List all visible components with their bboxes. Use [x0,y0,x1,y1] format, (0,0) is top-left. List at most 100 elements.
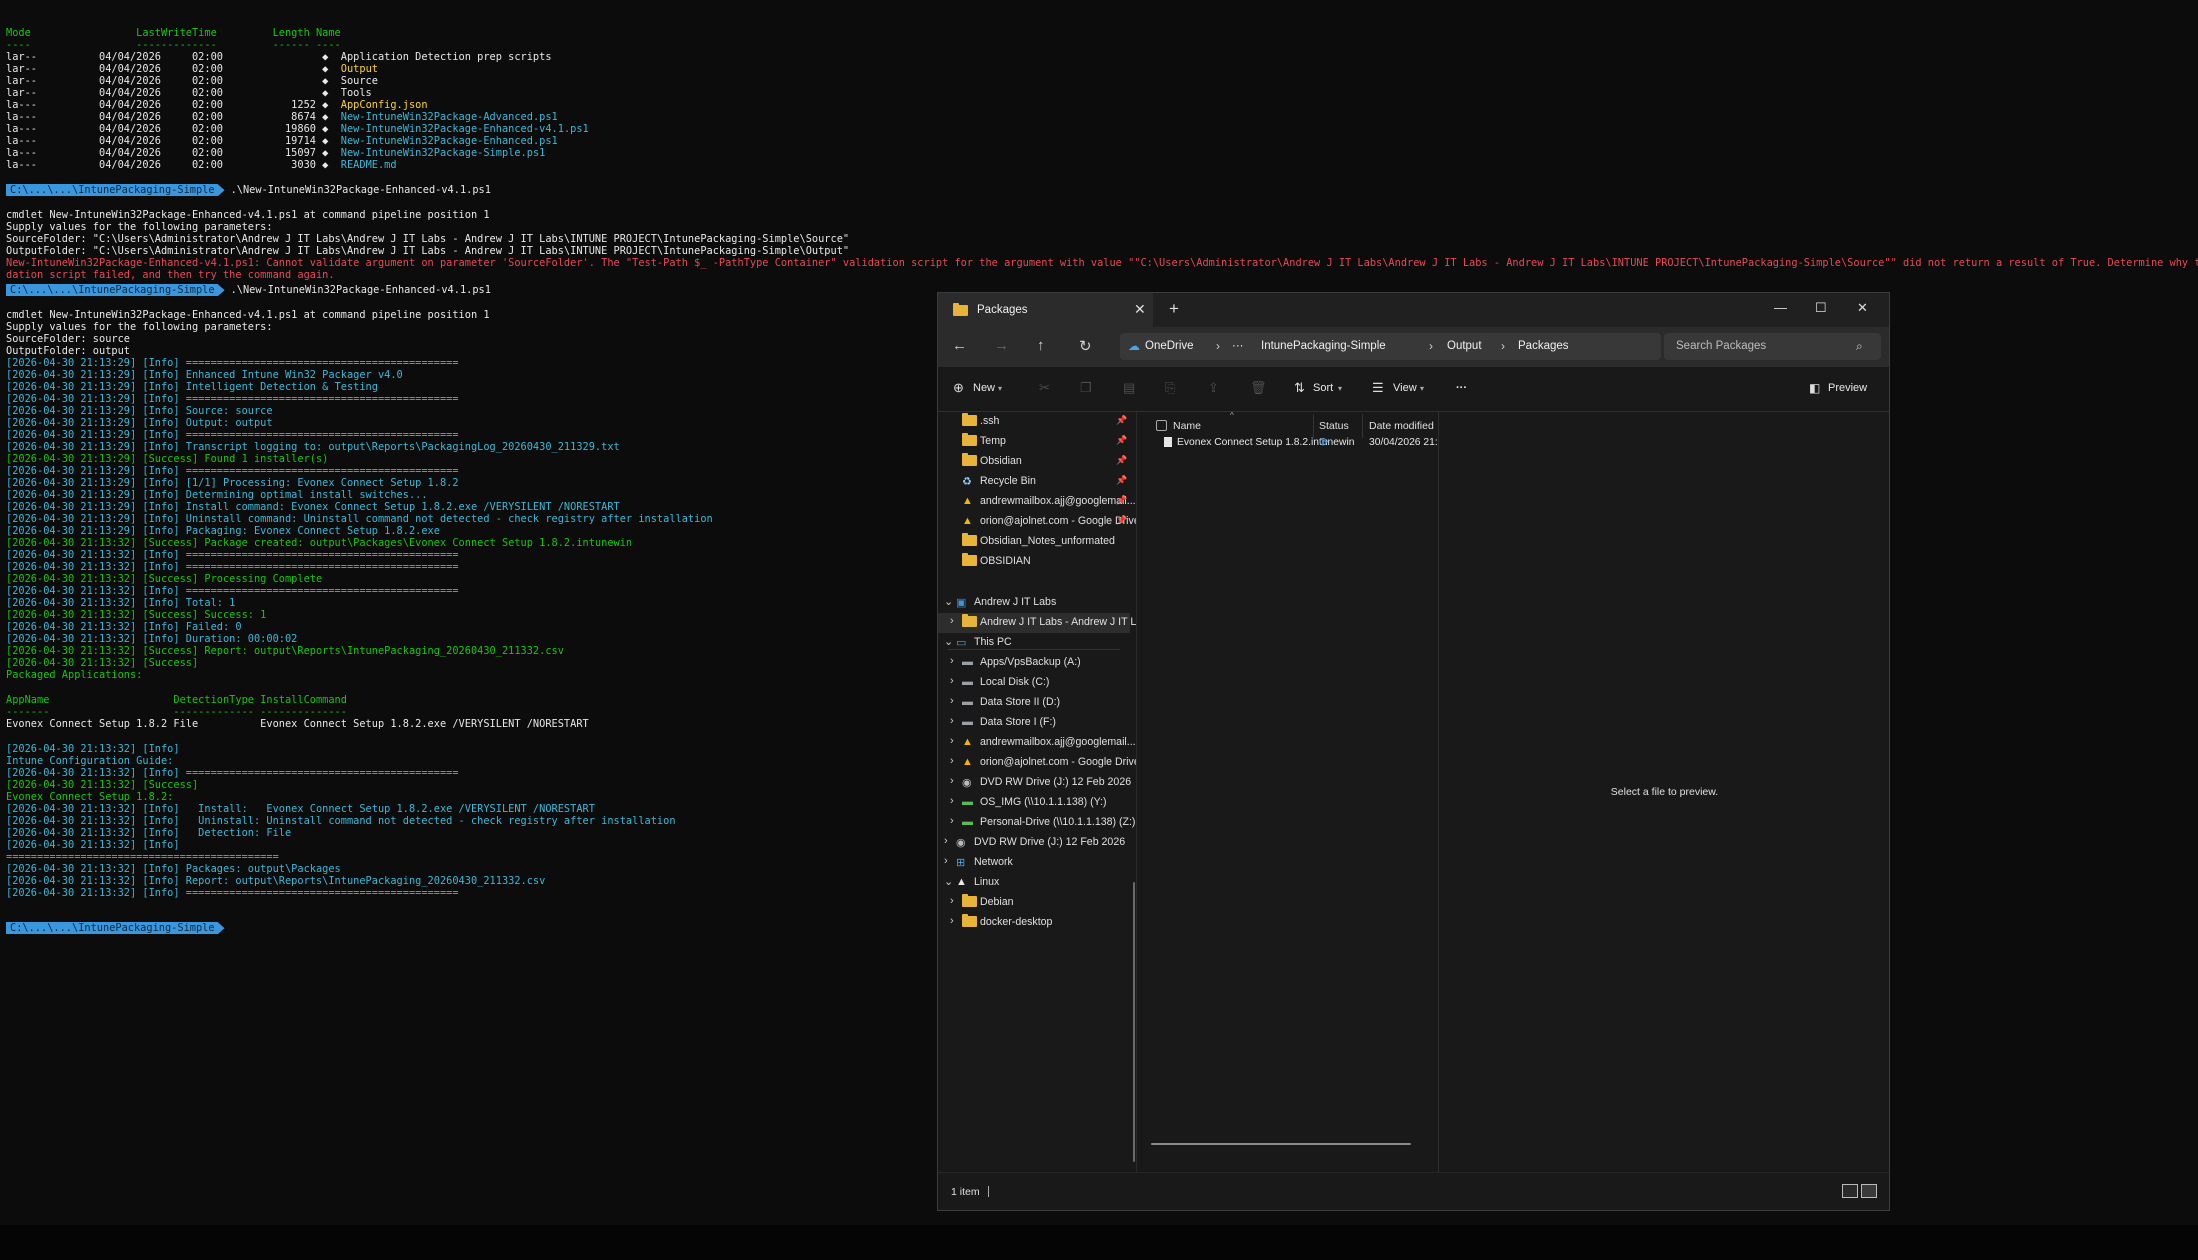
nav-item[interactable]: ♻ Recycle Bin 📌 [938,472,1130,492]
view-button[interactable]: View [1393,382,1417,394]
nav-item[interactable]: ▲ andrewmailbox.ajj@googlemail.... (G:) 📌 [938,492,1160,512]
drive-icon: ▬ [962,716,973,728]
nav-item[interactable]: ⌄ ▭ This PC [938,633,1130,653]
status-divider [988,1186,989,1197]
chevron-right-icon[interactable]: › [944,855,948,867]
rename-icon[interactable]: ⎘ [1165,380,1175,396]
details-view-icon[interactable] [1842,1184,1858,1198]
terminal-line: [2026-04-30 21:13:32] [Success] Report: … [6,645,564,657]
horizontal-scrollbar[interactable] [1151,1143,1411,1145]
chevron-down-icon[interactable]: ⌄ [944,595,953,608]
computer-icon: ▭ [956,637,967,649]
nav-item[interactable]: Obsidian 📌 [938,452,1130,472]
delete-icon[interactable]: 🗑 [1250,380,1267,396]
nav-item[interactable]: › Debian [938,893,1130,913]
chevron-down-icon[interactable]: ⌄ [944,635,953,648]
refresh-icon[interactable]: ↻ [1079,337,1092,355]
paste-icon[interactable]: ▤ [1123,380,1135,396]
terminal-text: OutputFolder: output [6,345,130,357]
chevron-right-icon[interactable]: › [950,815,954,827]
pin-icon: 📌 [1116,515,1128,525]
breadcrumb-intunepackaging-simple[interactable]: IntunePackaging-Simple [1261,340,1386,352]
nav-item[interactable]: › ▬ Data Store II (D:) [938,693,1130,713]
forward-arrow-icon[interactable]: → [994,337,1009,354]
sort-button[interactable]: Sort [1313,382,1333,394]
nav-scrollbar[interactable] [1133,882,1135,1162]
nav-item[interactable]: › docker-desktop [938,913,1130,933]
nav-item[interactable]: ⌄ ▣ Andrew J IT Labs [938,593,1130,613]
nav-item[interactable]: › ◉ DVD RW Drive (J:) 12 Feb 2026 [938,833,1130,853]
nav-item[interactable]: › ◉ DVD RW Drive (J:) 12 Feb 2026 [938,773,1131,793]
copy-icon[interactable]: ❐ [1080,380,1092,396]
nav-item[interactable]: › ▲ andrewmailbox.ajj@googlemail.... (G:) [938,733,1160,753]
new-button[interactable]: New [973,382,995,394]
terminal-text: [2026-04-30 21:13:29] [Success] Found 1 … [6,453,329,465]
back-arrow-icon[interactable]: ← [952,337,967,354]
new-tab-button[interactable]: + [1169,299,1179,319]
terminal-line: Mode LastWriteTime Length Name [6,27,341,39]
table-row[interactable]: Evonex Connect Setup 1.8.2.intunewin ⟳ 3… [1137,431,1449,451]
terminal-text: New-IntuneWin32Package-Simple.ps1 [340,147,546,159]
terminal-text: [2026-04-30 21:13:32] [Success] Processi… [6,573,323,585]
nav-item[interactable]: › ▬ Data Store I (F:) [938,713,1130,733]
large-icons-view-icon[interactable] [1861,1184,1877,1198]
chevron-right-icon[interactable]: › [950,655,954,667]
nav-item[interactable]: › ▬ Personal-Drive (\\10.1.1.138) (Z:) [938,813,1135,833]
nav-item[interactable]: › Andrew J IT Labs - Andrew J IT Labs [938,613,1153,633]
nav-item-label: OBSIDIAN [980,555,1031,567]
nav-item[interactable]: Obsidian_Notes_unformated [938,532,1130,552]
chevron-right-icon[interactable]: › [950,615,954,627]
nav-item[interactable]: › ▬ Local Disk (C:) [938,673,1130,693]
terminal-line: Evonex Connect Setup 1.8.2 File Evonex C… [6,718,589,730]
search-input[interactable]: Search Packages ⌕ [1664,333,1881,360]
nav-item[interactable]: ▲ orion@ajolnet.com - Google Drive (H:) 📌 [938,512,1160,532]
chevron-right-icon[interactable]: › [950,715,954,727]
maximize-button[interactable]: ☐ [1815,300,1827,316]
more-options-button[interactable]: ··· [1456,382,1467,394]
network-drive-icon: ▬ [962,796,973,808]
tab-packages[interactable]: Packages ✕ [938,293,1153,327]
chevron-right-icon[interactable]: › [950,915,954,927]
breadcrumb-onedrive[interactable]: OneDrive [1145,340,1194,352]
chevron-right-icon[interactable]: › [944,835,948,847]
navigation-pane[interactable]: .ssh 📌 Temp 📌 Obsidian 📌 ♻ Recycle Bin 📌 ▲ andrewm… [938,412,1160,1172]
address-bar[interactable]: ☁ OneDrive › ··· IntunePackaging-Simple … [1120,333,1661,360]
chevron-down-icon[interactable]: ⌄ [944,875,953,888]
nav-item[interactable]: ⌄ ▲ Linux [938,873,1130,893]
terminal-text: [2026-04-30 21:13:29] [Info] Intelligent… [6,381,378,393]
nav-item[interactable]: Temp 📌 [938,432,1130,452]
nav-item[interactable]: OBSIDIAN [938,552,1130,572]
nav-item[interactable]: › ▲ orion@ajolnet.com - Google Drive (H:) [938,753,1160,773]
breadcrumb-packages[interactable]: Packages [1518,340,1569,352]
nav-item[interactable]: .ssh 📌 [938,412,1130,432]
preview-button[interactable]: Preview [1828,382,1867,394]
chevron-right-icon[interactable]: › [950,735,954,747]
terminal-text: [2026-04-30 21:13:32] [Success] [6,779,199,791]
nav-item-label: Local Disk (C:) [980,676,1050,688]
nav-item[interactable]: › ▬ Apps/VpsBackup (A:) [938,653,1130,673]
preview-pane-icon: ◧ [1809,381,1821,395]
up-arrow-icon[interactable]: ↑ [1037,337,1045,354]
terminal-text: [2026-04-30 21:13:32] [Info] ===========… [6,549,459,561]
terminal-text: [2026-04-30 21:13:29] [Info] Enhanced In… [6,369,403,381]
close-tab-button[interactable]: ✕ [1134,301,1146,318]
chevron-right-icon[interactable]: › [950,755,954,767]
breadcrumb-output[interactable]: Output [1447,340,1482,352]
chevron-right-icon[interactable]: › [950,795,954,807]
chevron-right-icon[interactable]: › [950,775,954,787]
terminal-line: [2026-04-30 21:13:29] [Info] Determining… [6,489,428,501]
nav-item-label: Apps/VpsBackup (A:) [980,656,1081,668]
select-all-checkbox[interactable] [1156,420,1167,431]
nav-item[interactable]: › ▬ OS_IMG (\\10.1.1.138) (Y:) [938,793,1130,813]
share-icon[interactable]: ⇪ [1208,380,1219,396]
breadcrumb-ellipsis[interactable]: ··· [1232,340,1244,352]
minimize-button[interactable]: — [1774,300,1787,315]
chevron-right-icon[interactable]: › [950,895,954,907]
terminal-line: AppName DetectionType InstallCommand [6,694,347,706]
chevron-right-icon[interactable]: › [950,695,954,707]
close-window-button[interactable]: ✕ [1857,300,1868,316]
nav-item[interactable]: › ⊞ Network [938,853,1130,873]
cut-icon[interactable]: ✂ [1039,380,1050,396]
chevron-right-icon[interactable]: › [950,675,954,687]
terminal-text: [2026-04-30 21:13:32] [Info] Total: 1 [6,597,236,609]
